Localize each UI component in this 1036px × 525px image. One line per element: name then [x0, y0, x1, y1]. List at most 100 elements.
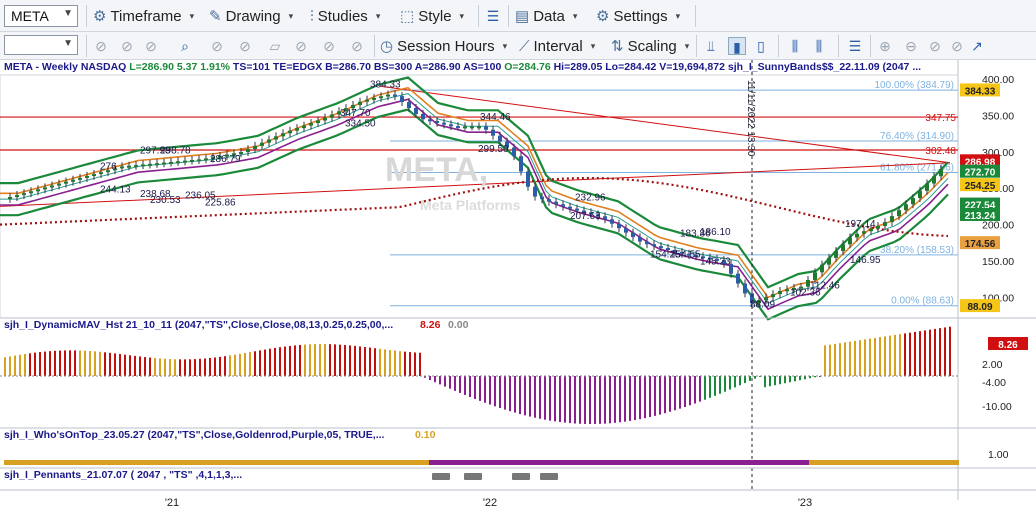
- candle-body: [610, 219, 614, 224]
- histogram-bar: [764, 376, 766, 388]
- link-icon[interactable]: ⊘: [348, 37, 366, 55]
- scaling-icon: ⇅: [611, 38, 624, 55]
- chevron-down-icon[interactable]: ▼: [63, 38, 73, 49]
- divider: [86, 5, 87, 27]
- bar-chart-icon[interactable]: ⫫: [702, 37, 720, 55]
- histogram-bar: [659, 376, 661, 415]
- candle-body: [904, 204, 908, 211]
- histogram-bar: [794, 376, 796, 382]
- scaling-button[interactable]: ⇅ Scaling ▾: [611, 34, 689, 58]
- histogram-bar: [874, 337, 876, 376]
- price-badge-text: 213.24: [965, 211, 996, 222]
- pennant-band: [4, 460, 429, 465]
- candle-body: [848, 237, 852, 245]
- price-badge-text: 174.56: [965, 239, 996, 250]
- studies-button[interactable]: ⫶ Studies ▾: [310, 4, 380, 28]
- chevron-down-icon[interactable]: ▼: [63, 8, 73, 19]
- histogram-bar: [439, 376, 441, 385]
- pane-value: 0.00: [448, 319, 469, 331]
- link-icon[interactable]: ⊘: [236, 37, 254, 55]
- divider: [838, 35, 839, 57]
- bars-icon[interactable]: ⫼: [786, 37, 804, 55]
- link-icon[interactable]: ⊘: [208, 37, 226, 55]
- histogram-bar: [374, 348, 376, 376]
- link-icon[interactable]: ⊘: [292, 37, 310, 55]
- link-icon[interactable]: ⊘: [92, 37, 110, 55]
- candle-body: [834, 251, 838, 258]
- settings-button[interactable]: ⚙ Settings ▾: [596, 4, 680, 28]
- histogram-bar: [394, 350, 396, 376]
- price-label: 299.50: [478, 144, 509, 155]
- header-change: 5.37: [176, 61, 198, 73]
- bars-icon[interactable]: ⫼: [810, 37, 828, 55]
- interval-button[interactable]: ⟋ Interval ▾: [519, 34, 595, 58]
- header-exchange: NASDAQ: [80, 61, 127, 73]
- histogram-bar: [754, 376, 756, 379]
- link-icon[interactable]: ⊘: [320, 37, 338, 55]
- candle-body: [463, 126, 467, 129]
- candle-body: [827, 257, 831, 265]
- histogram-bar: [114, 353, 116, 376]
- pane-tick-label: -10.00: [982, 401, 1012, 413]
- add-chart-icon[interactable]: ↗: [968, 37, 986, 55]
- chart-area[interactable]: META - Weekly NASDAQ L=286.90 5.37 1.91%…: [0, 60, 1036, 522]
- style-button[interactable]: ⬚ Style ▾: [400, 4, 464, 28]
- histogram-bar: [74, 350, 76, 376]
- candle-body: [883, 222, 887, 227]
- candle-body: [190, 160, 194, 163]
- header-open: O=284.76: [504, 61, 551, 73]
- chevron-down-icon: ▾: [502, 40, 508, 51]
- candle-body: [603, 216, 607, 220]
- candle-body: [533, 186, 537, 197]
- chart-icon[interactable]: ▱: [266, 37, 284, 55]
- histogram-bar: [699, 376, 701, 402]
- price-label: 298.78: [160, 145, 191, 156]
- symbol-input[interactable]: META ▼: [4, 5, 78, 27]
- histogram-bar: [564, 376, 566, 423]
- histogram-bar: [29, 353, 31, 376]
- candle-body: [519, 156, 523, 172]
- candle-body: [358, 101, 362, 105]
- header-study: sjh_I_SunnyBands$$_22.11.09 (2047 ...: [727, 61, 922, 73]
- histogram-bar: [559, 376, 561, 423]
- drawing-button[interactable]: ✎ Drawing ▾: [209, 4, 293, 28]
- candlestick-icon[interactable]: ▮: [728, 37, 746, 55]
- histogram-bar: [869, 338, 871, 376]
- search-icon[interactable]: ⌕: [176, 37, 194, 55]
- studies-icon: ⫶: [310, 7, 314, 25]
- histogram-bar: [119, 354, 121, 376]
- zoom-in-icon[interactable]: ⊕: [876, 37, 894, 55]
- histogram-bar: [224, 356, 226, 376]
- candle-body: [183, 160, 187, 163]
- candlestick-hollow-icon[interactable]: ▯: [752, 37, 770, 55]
- link-icon[interactable]: ⊘: [142, 37, 160, 55]
- candle-body: [547, 199, 551, 202]
- candle-body: [617, 223, 621, 229]
- candle-body: [155, 163, 159, 166]
- histogram-bar: [414, 352, 416, 376]
- candle-body: [659, 246, 663, 249]
- histogram-bar: [844, 342, 846, 376]
- session-hours-button[interactable]: ◷ Session Hours ▾: [380, 34, 507, 58]
- histogram-bar: [379, 348, 381, 376]
- histogram-bar: [259, 350, 261, 376]
- histogram-bar: [944, 327, 946, 376]
- candle-body: [932, 176, 936, 184]
- candle-body: [22, 193, 26, 196]
- histogram-bar: [514, 376, 516, 413]
- timeframe-button[interactable]: ⚙ Timeframe ▾: [93, 4, 194, 28]
- data-button[interactable]: ▤ Data ▾: [515, 4, 577, 28]
- layout-icon[interactable]: ☰: [846, 37, 864, 55]
- candle-body: [855, 233, 859, 238]
- histogram-bar: [24, 354, 26, 376]
- histogram-bar: [209, 358, 211, 376]
- workspace-select[interactable]: ▼: [4, 35, 78, 55]
- link-icon[interactable]: ⊘: [118, 37, 136, 55]
- link-icon[interactable]: ⊘: [948, 37, 966, 55]
- candle-body: [127, 165, 131, 168]
- header-low: Lo=284.42: [605, 61, 657, 73]
- histogram-bar: [744, 376, 746, 384]
- link-icon[interactable]: ⊘: [926, 37, 944, 55]
- layout-icon[interactable]: ☰: [484, 7, 502, 25]
- zoom-out-icon[interactable]: ⊖: [902, 37, 920, 55]
